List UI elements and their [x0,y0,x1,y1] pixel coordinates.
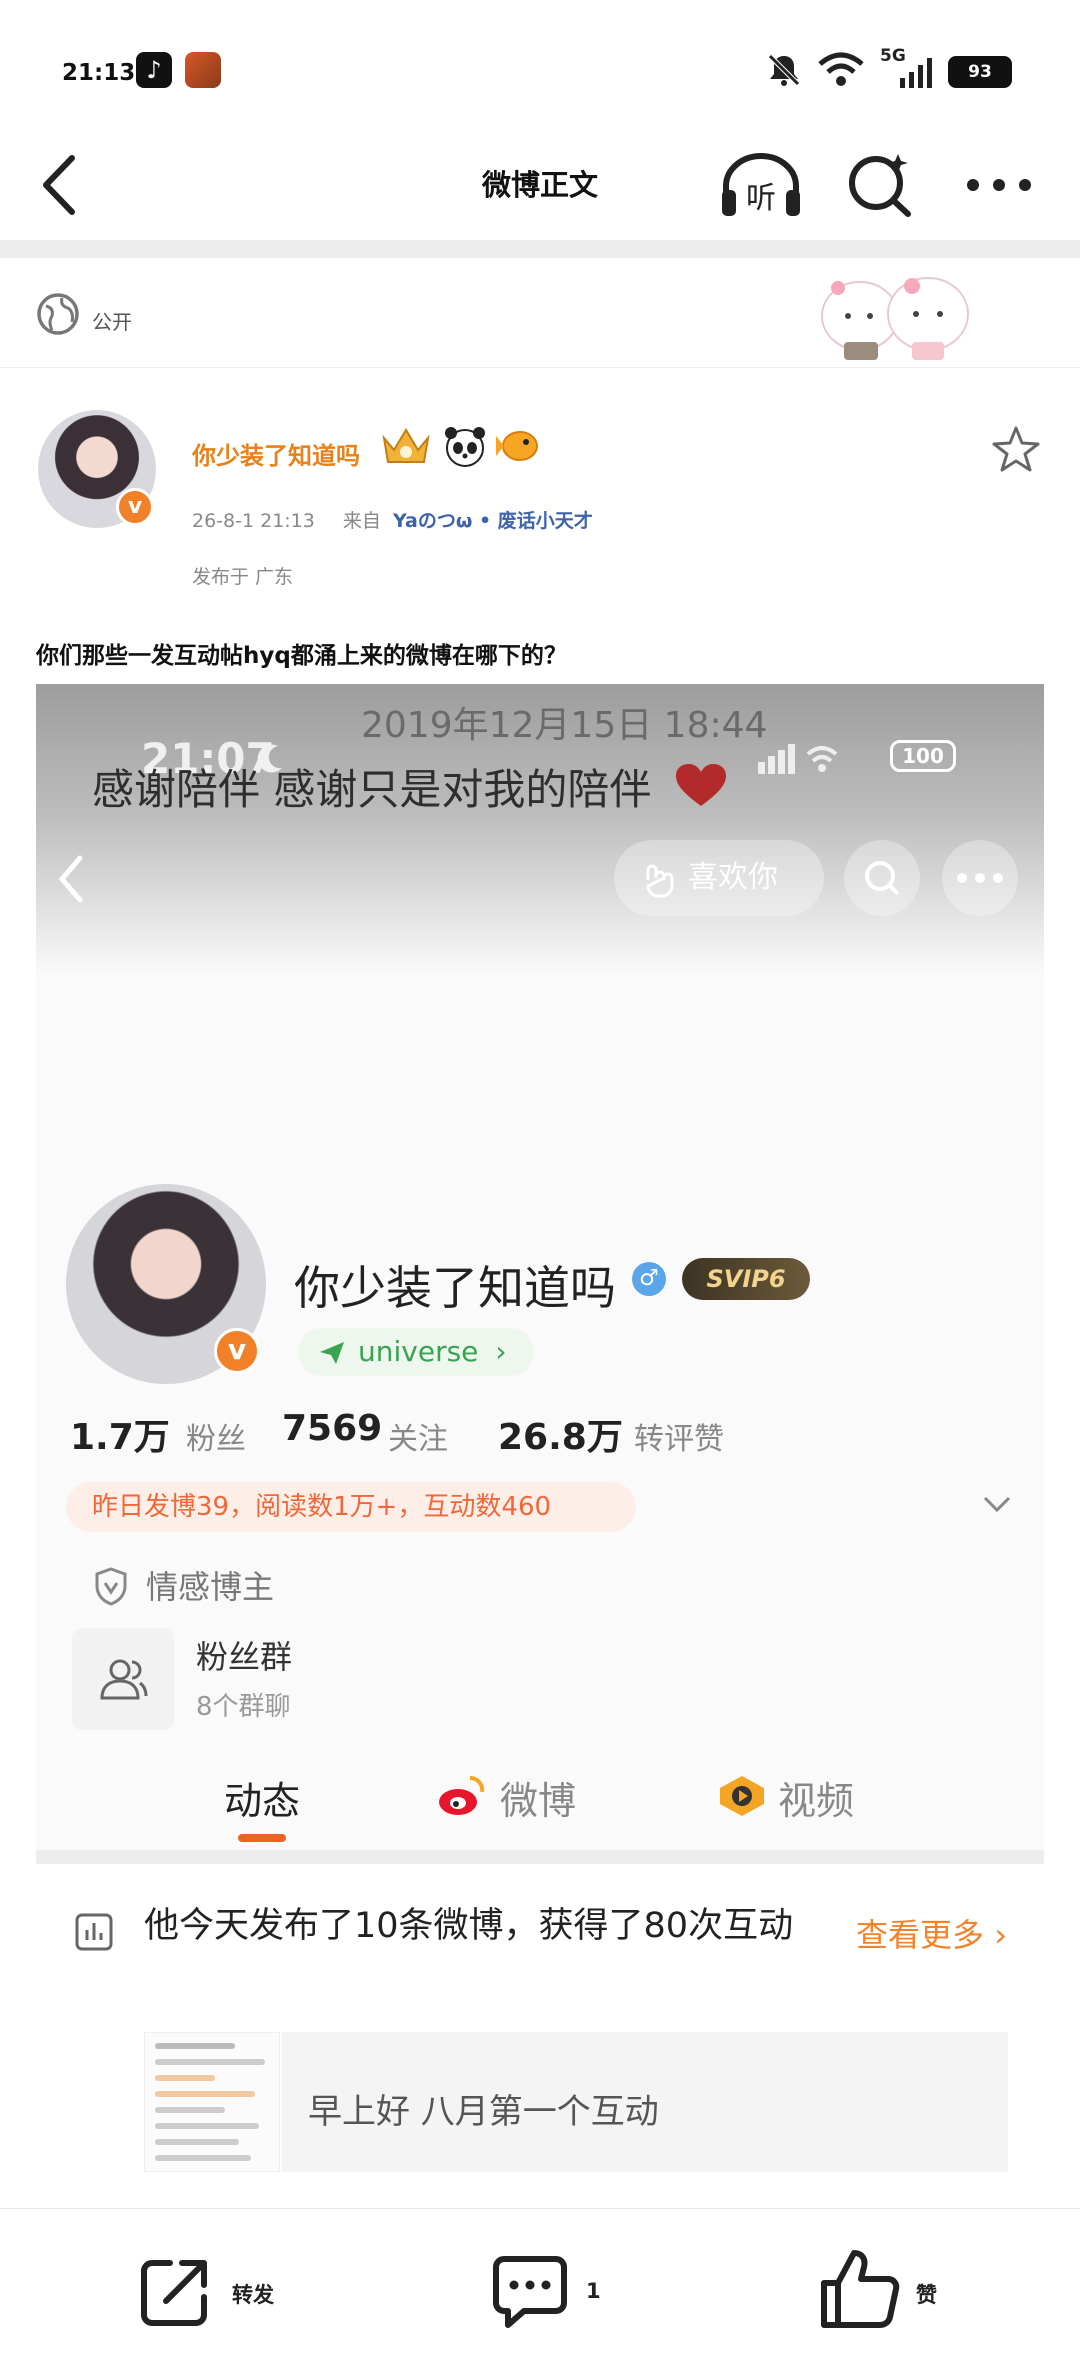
universe-label: universe [358,1335,479,1368]
paper-plane-icon [320,1342,344,1364]
post-location: 发布于 广东 [192,566,294,588]
status-bar: 21:13 ♪ 5G 93 [0,0,1080,130]
image-tab-activity: 动态 [224,1779,301,1823]
cartoon-sticker-decoration [821,277,969,360]
tiktok-app-icon: ♪ [136,52,172,88]
divider-band [0,240,1080,258]
expand-chevron-icon [983,1496,1011,1513]
stat-interactions-count: 26.8万 [498,1417,623,1458]
mute-bell-icon [768,54,800,86]
image-like-hand-icon [646,864,674,898]
post-image[interactable]: 2019年12月15日 18:44 21:07 100 感谢陪伴 感谢只是对我的… [36,684,1044,1864]
shield-icon [95,1567,127,1606]
fan-group-icon-box [72,1628,174,1730]
repost-share-icon [141,2260,207,2326]
favorite-star-icon[interactable] [990,424,1042,474]
stat-following-label: 关注 [388,1422,448,1457]
image-back-icon [58,855,83,903]
repost-label: 转发 [232,2283,274,2307]
stat-following-count: 7569 [282,1408,383,1449]
repost-button[interactable]: 转发 [136,2251,296,2331]
image-verified-badge-icon: v [214,1328,260,1374]
comment-count: 1 [586,2279,601,2303]
image-more-icon [957,873,1003,883]
like-button[interactable]: 赞 [818,2245,968,2331]
image-signal-wifi-icon [758,744,838,774]
image-caption: 感谢陪伴 感谢只是对我的陪伴 [92,765,652,814]
crown-badge-icon [382,428,430,463]
author-name[interactable]: 你少装了知道吗 [192,436,360,471]
see-more-link[interactable]: 查看更多 › [856,1910,1007,1956]
image-battery: 100 [890,740,956,772]
top-nav-bar: 微博正文 听 [0,130,1080,240]
creator-tag-label: 情感博主 [146,1568,275,1606]
visibility-row: 公开 [0,258,1080,368]
panda-badge-icon [445,427,485,467]
bottom-action-bar: 转发 1 赞 [0,2208,1080,2372]
activity-summary-pill: 昨日发博39，阅读数1万+，互动数460 [66,1482,636,1532]
source-prefix: 来自 [342,510,381,532]
stat-followers-label: 粉丝 [186,1422,246,1457]
battery-indicator: 93 [948,56,1012,88]
search-icon[interactable] [846,150,916,220]
preview-thumbnail[interactable] [144,2032,280,2172]
image-like-label: 喜欢你 [688,860,778,895]
image-divider-band [36,1850,1044,1864]
post-text: 你们那些一发互动帖hyq都涌上来的微博在哪下的？ [36,643,567,669]
image-like-button: 喜欢你 [614,840,824,916]
post-date: 26-8-1 21:13 [192,510,315,532]
active-tab-indicator [238,1834,286,1842]
game-app-icon [185,52,221,88]
fan-group-title: 粉丝群 [196,1638,293,1676]
comment-button[interactable]: 1 [490,2251,630,2331]
visibility-label: 公开 [92,310,132,334]
globe-icon [37,293,79,335]
chevron-right-icon: › [495,1335,507,1368]
video-tab-icon [720,1776,764,1816]
signal-icon [900,58,932,88]
image-tab-weibo: 微博 [500,1779,577,1823]
thumbs-up-icon [821,2250,900,2328]
like-label: 赞 [916,2283,937,2307]
image-search-icon [865,861,900,896]
bar-chart-icon [75,1913,113,1951]
page-title: 微博正文 [481,168,598,202]
daily-summary-text: 他今天发布了10条微博，获得了80次互动 [144,1906,794,1946]
comment-bubble-icon [493,2256,567,2328]
verified-badge-icon: v [116,488,154,526]
svg-text:听: 听 [746,181,776,216]
image-search-button [844,840,920,916]
more-options-icon[interactable] [964,170,1034,200]
fan-group-subtitle: 8个群聊 [196,1692,291,1722]
weibo-logo-icon [439,1775,485,1815]
male-gender-icon: ♂ [632,1262,666,1296]
svip-badge: SVIP6 [682,1258,810,1300]
stat-interactions-label: 转评赞 [634,1422,724,1457]
status-time: 21:13 [62,60,136,86]
see-more-label: 查看更多 [856,1916,985,1954]
post-source-link[interactable]: Yaのつω • 废话小天才 [393,510,593,532]
universe-tag: universe › [298,1328,534,1376]
image-more-button [942,840,1018,916]
image-profile-name: 你少装了知道吗 [294,1261,616,1315]
fish-badge-icon [496,431,538,461]
post-meta: 26-8-1 21:13 来自 Yaのつω • 废话小天才 [192,506,593,533]
wifi-icon [818,52,864,86]
heart-icon [676,764,726,806]
see-more-chevron-icon: › [994,1916,1007,1954]
preview-post-text: 早上好 八月第一个互动 [308,2092,659,2132]
group-users-icon [100,1659,148,1700]
listen-headphones-icon[interactable]: 听 [718,150,804,222]
image-tab-video: 视频 [778,1779,855,1823]
image-date-text: 2019年12月15日 18:44 [361,705,768,746]
stat-followers-count: 1.7万 [70,1417,170,1458]
